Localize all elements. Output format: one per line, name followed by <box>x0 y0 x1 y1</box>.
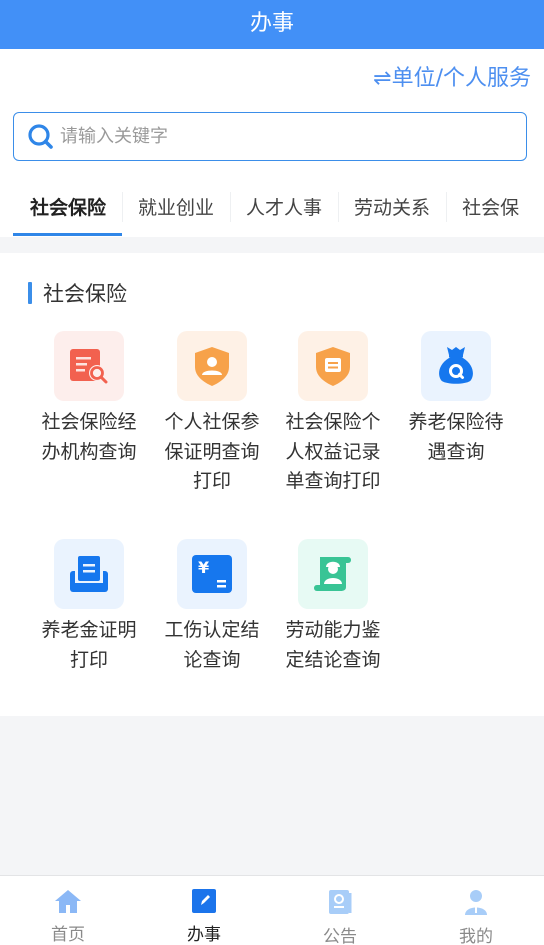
document-search-icon <box>54 331 124 401</box>
service-label: 工伤认定结论查询 <box>164 619 260 671</box>
nav-label: 办事 <box>187 925 221 945</box>
tab-employment[interactable]: 就业创业 <box>122 180 230 232</box>
tab-talent-personnel[interactable]: 人才人事 <box>230 180 338 232</box>
nav-home[interactable]: 首页 <box>0 876 136 945</box>
service-item[interactable]: 个人社保参保证明查询打印 <box>157 331 267 497</box>
switch-service-link[interactable]: ⇌单位/个人服务 <box>373 60 531 92</box>
printer-icon <box>54 539 124 609</box>
tab-label: 社会保 <box>462 196 520 219</box>
worker-scroll-icon <box>298 539 368 609</box>
nav-notices[interactable]: 公告 <box>272 876 408 945</box>
shield-document-icon <box>298 331 368 401</box>
tab-label: 就业创业 <box>138 196 215 219</box>
service-label: 社会保险经办机构查询 <box>41 411 137 463</box>
tab-label: 社会保险 <box>30 196 107 219</box>
money-bag-search-icon <box>421 331 491 401</box>
nav-label: 我的 <box>459 927 493 945</box>
service-item[interactable]: 劳动能力鉴定结论查询 <box>278 539 388 675</box>
service-item[interactable]: 社会保险个人权益记录单查询打印 <box>278 331 388 497</box>
edit-icon <box>190 888 218 914</box>
search-input[interactable] <box>60 126 460 147</box>
svg-text:¥: ¥ <box>198 558 209 577</box>
service-label: 养老金证明打印 <box>41 619 137 671</box>
search-bar[interactable] <box>13 112 527 161</box>
shield-user-icon <box>177 331 247 401</box>
section-title: 社会保险 <box>43 282 127 306</box>
user-icon <box>462 888 490 916</box>
tab-social-insurance-2[interactable]: 社会保 <box>446 180 535 232</box>
service-item[interactable]: 养老金证明打印 <box>34 539 144 675</box>
service-item[interactable]: ¥ 工伤认定结论查询 <box>157 539 267 675</box>
service-label: 劳动能力鉴定结论查询 <box>285 619 381 671</box>
nav-label: 公告 <box>323 927 357 945</box>
service-item[interactable]: 养老保险待遇查询 <box>401 331 511 467</box>
search-icon <box>26 122 56 152</box>
service-label: 个人社保参保证明查询打印 <box>164 411 260 492</box>
yuan-card-icon: ¥ <box>177 539 247 609</box>
nav-label: 首页 <box>51 925 85 945</box>
page-title: 办事 <box>249 11 294 36</box>
nav-services[interactable]: 办事 <box>136 876 272 945</box>
notice-book-icon <box>326 888 354 916</box>
home-icon <box>54 888 82 914</box>
tab-label: 劳动关系 <box>354 196 431 219</box>
service-item[interactable]: 社会保险经办机构查询 <box>34 331 144 467</box>
section-header: 社会保险 <box>28 280 127 306</box>
section-marker <box>28 282 32 304</box>
category-tabs: 社会保险 就业创业 人才人事 劳动关系 社会保 <box>0 178 544 236</box>
service-label: 养老保险待遇查询 <box>408 411 504 463</box>
tab-social-insurance[interactable]: 社会保险 <box>0 180 123 236</box>
bottom-navigation: 首页 办事 公告 我的 <box>0 875 544 945</box>
app-header: 办事 <box>0 0 544 49</box>
tab-labor-relations[interactable]: 劳动关系 <box>338 180 446 232</box>
nav-mine[interactable]: 我的 <box>408 876 544 945</box>
service-label: 社会保险个人权益记录单查询打印 <box>285 411 381 492</box>
tab-label: 人才人事 <box>246 196 323 219</box>
